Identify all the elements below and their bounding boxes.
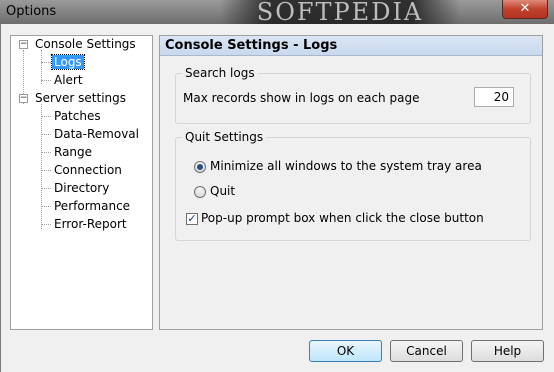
minimize-radio[interactable] xyxy=(194,161,206,173)
tree-connector xyxy=(41,206,51,207)
quit-settings-label: Quit Settings xyxy=(182,130,267,144)
tree-item-server-settings[interactable]: Server settings xyxy=(35,90,126,106)
tree-item-patches[interactable]: Patches xyxy=(54,108,101,124)
tree-item-range[interactable]: Range xyxy=(54,144,92,160)
tree-connector xyxy=(41,170,51,171)
collapse-icon[interactable]: − xyxy=(19,94,28,103)
tree-item-error-report[interactable]: Error-Report xyxy=(54,216,127,232)
title-watermark: SOFTPEDIA xyxy=(220,0,460,24)
tree-connector xyxy=(41,152,51,153)
tree-connector xyxy=(41,62,51,63)
cancel-button[interactable]: Cancel xyxy=(390,340,463,362)
tree-connector xyxy=(41,104,42,229)
tree-item-alert[interactable]: Alert xyxy=(54,72,83,88)
close-button[interactable]: ✕ xyxy=(502,0,548,19)
panel-title: Console Settings - Logs xyxy=(165,38,338,53)
tree-item-directory[interactable]: Directory xyxy=(54,180,109,196)
tree-item-connection[interactable]: Connection xyxy=(54,162,122,178)
title-bar: Options SOFTPEDIA ✕ xyxy=(0,0,554,24)
tree-connector xyxy=(41,80,51,81)
tree-item-data-removal[interactable]: Data-Removal xyxy=(54,126,139,142)
help-button[interactable]: Help xyxy=(471,340,544,362)
quit-radio-label[interactable]: Quit xyxy=(210,184,235,198)
settings-tree[interactable]: − Console Settings Logs Alert − Server s… xyxy=(10,35,153,330)
quit-settings-group: Quit Settings Minimize all windows to th… xyxy=(175,130,531,241)
tree-item-performance[interactable]: Performance xyxy=(54,198,130,214)
tree-connector xyxy=(41,134,51,135)
quit-radio[interactable] xyxy=(194,186,206,198)
popup-checkbox-label[interactable]: Pop-up prompt box when click the close b… xyxy=(201,211,484,225)
tree-connector xyxy=(41,50,42,84)
collapse-icon[interactable]: − xyxy=(19,40,28,49)
search-logs-label: Search logs xyxy=(182,66,258,80)
max-records-input[interactable]: 20 xyxy=(474,87,514,107)
max-records-label: Max records show in logs on each page xyxy=(183,91,420,105)
tree-connector xyxy=(41,188,51,189)
minimize-radio-label[interactable]: Minimize all windows to the system tray … xyxy=(210,159,482,173)
ok-button[interactable]: OK xyxy=(309,340,382,362)
panel-header: Console Settings - Logs xyxy=(160,36,542,56)
tree-item-console-settings[interactable]: Console Settings xyxy=(35,36,136,52)
tree-item-logs[interactable]: Logs xyxy=(51,54,85,70)
tree-connector xyxy=(41,224,51,225)
popup-checkbox[interactable]: ✓ xyxy=(186,213,198,225)
tree-item-logs-label: Logs xyxy=(51,54,85,70)
search-logs-group: Search logs Max records show in logs on … xyxy=(175,66,531,124)
window-title: Options xyxy=(6,4,57,19)
tree-connector xyxy=(41,116,51,117)
settings-panel: Console Settings - Logs Search logs Max … xyxy=(159,35,543,330)
